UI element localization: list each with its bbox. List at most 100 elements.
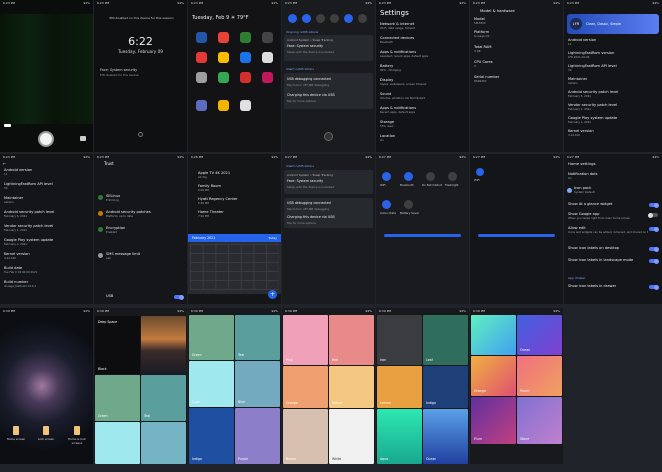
wallpaper-tile[interactable]: Iron — [377, 315, 422, 365]
settings-item-storage[interactable]: Storage 55% used — [380, 120, 465, 128]
trust-row[interactable]: SELinux Enforcing — [106, 194, 183, 202]
wifi-tile[interactable] — [476, 168, 484, 176]
wallpaper-tile[interactable]: Purple — [235, 408, 280, 464]
shade-notification[interactable]: Android System • Sleep Tracking Face: Sy… — [284, 170, 373, 194]
wallpaper-tile[interactable]: Orange — [471, 356, 516, 396]
calendar-event[interactable]: Hyatt Regency Center 6:30 PM — [198, 197, 277, 205]
fingerprint-icon[interactable] — [138, 132, 143, 137]
flashlight-tile[interactable] — [330, 14, 339, 23]
wallpaper-tile[interactable] — [471, 315, 516, 355]
set-both-option[interactable]: Home & lock screens — [64, 426, 90, 452]
calendar-event[interactable]: Apple TV 4K 2021 All day — [198, 171, 277, 179]
set-lock-option[interactable]: Lock screen — [36, 426, 56, 452]
app-icon[interactable] — [196, 72, 207, 83]
camera-shutter-button[interactable] — [38, 131, 54, 147]
lock-notification[interactable]: Face: System security EIN disabled for t… — [98, 68, 183, 80]
wallpaper-tile[interactable] — [95, 422, 140, 464]
google-app-toggle[interactable] — [648, 212, 658, 218]
wallpaper-tile[interactable]: Plum — [471, 397, 516, 444]
wallpaper-tile[interactable]: Pink — [283, 315, 328, 365]
calendar-today-button[interactable]: Today — [268, 236, 277, 240]
calendar-event[interactable]: Home Theater 7:00 PM — [198, 210, 277, 218]
wallpaper-tile[interactable]: Teal — [141, 375, 186, 421]
settings-item-battery[interactable]: Battery 94% - Charging — [380, 64, 465, 72]
settings-item-connected[interactable]: Connected devices Bluetooth — [380, 36, 465, 44]
app-icon[interactable] — [218, 72, 229, 83]
settings-item-apps[interactable]: Apps & notifications Assistant, recent ap… — [380, 50, 465, 58]
battery-tile[interactable] — [358, 14, 367, 23]
rotate-tile[interactable] — [382, 200, 391, 209]
app-icon[interactable] — [218, 52, 229, 63]
wallpaper-tile[interactable]: Stone — [517, 397, 562, 444]
set-home-option[interactable]: Home screen — [6, 426, 26, 452]
wallpaper-tile[interactable]: Teal — [235, 315, 280, 360]
brightness-slider[interactable] — [384, 234, 461, 237]
settings-item-sound[interactable]: Sound Volume, vibration, Do Not Disturb — [380, 92, 465, 100]
app-icon[interactable] — [262, 32, 273, 43]
trust-row[interactable]: SMS message limit Ask — [106, 252, 183, 260]
app-icon[interactable] — [196, 100, 207, 111]
app-icon[interactable] — [218, 32, 229, 43]
usb-toggle[interactable] — [174, 294, 184, 300]
settings-item-location[interactable]: Location On — [380, 134, 465, 142]
trust-row[interactable]: USB — [106, 294, 183, 298]
glance-toggle[interactable] — [649, 202, 659, 208]
usb-debugging-notification[interactable]: USB debugging connected Tap to turn off … — [284, 198, 373, 228]
home-setting-row[interactable]: Show icon labels in landscape mode — [568, 258, 648, 262]
home-setting-row[interactable]: Icon pack System Default — [574, 186, 648, 194]
home-setting-row[interactable]: Show At a glance widget — [568, 202, 648, 206]
app-icon[interactable] — [240, 52, 251, 63]
wallpaper-tile[interactable]: Orange — [283, 366, 328, 408]
wallpaper-tile[interactable]: Aqua — [377, 409, 422, 464]
brightness-slider[interactable] — [478, 234, 555, 237]
wallpaper-tile[interactable]: Peach — [517, 356, 562, 396]
battery-tile[interactable] — [404, 200, 413, 209]
settings-item-display[interactable]: Display Styles, wallpapers, screen timeou… — [380, 78, 465, 86]
wallpaper-tile[interactable]: Indigo — [189, 408, 234, 464]
wallpaper-tile[interactable] — [141, 422, 186, 464]
shade-notification[interactable]: Android System • Sleep Tracking Face: Sy… — [284, 35, 373, 61]
back-arrow-icon[interactable]: ← — [3, 161, 6, 166]
app-icon[interactable] — [240, 72, 251, 83]
camera-switch-icon[interactable] — [80, 136, 86, 141]
wallpaper-tile[interactable]: Lemon — [377, 366, 422, 408]
wifi-tile[interactable] — [288, 14, 297, 23]
settings-item-network[interactable]: Network & internet Wi-Fi, data usage, hot… — [380, 22, 465, 30]
rotate-tile[interactable] — [344, 14, 353, 23]
allow-edit-toggle[interactable] — [649, 226, 659, 232]
settings-item-apps-notifications[interactable]: Apps & notifications Recent apps, default… — [380, 106, 465, 114]
add-event-button[interactable]: + — [268, 290, 277, 299]
wallpaper-tile[interactable]: Yellow — [329, 366, 374, 408]
wallpaper-tile[interactable]: Deep Space Black — [95, 316, 140, 374]
wifi-tile[interactable] — [382, 172, 391, 181]
dnd-tile[interactable] — [426, 172, 435, 181]
wallpaper-tile[interactable]: Cyan — [189, 361, 234, 407]
wallpaper-tile[interactable]: Indigo — [423, 366, 468, 408]
bluetooth-tile[interactable] — [302, 14, 311, 23]
wallpaper-tile[interactable]: Blue — [235, 361, 280, 407]
wallpaper-tile[interactable]: Green — [95, 375, 140, 421]
home-setting-row[interactable]: Allow edit Icons and widgets can be added… — [568, 226, 648, 234]
flashlight-tile[interactable] — [448, 172, 457, 181]
app-icon[interactable] — [262, 52, 273, 63]
app-icon[interactable] — [240, 32, 251, 43]
wallpaper-tile[interactable]: White — [329, 409, 374, 464]
drawer-labels-toggle[interactable] — [649, 284, 659, 290]
wallpaper-tile[interactable]: Ocean — [423, 409, 468, 464]
home-setting-row[interactable]: Show icon labels in drawer — [568, 284, 648, 288]
wallpaper-tile[interactable]: Ocean — [517, 315, 562, 355]
wallpaper-tile[interactable] — [141, 316, 186, 374]
app-icon[interactable] — [240, 100, 251, 111]
calendar-event[interactable]: Family Room 6:00 PM — [198, 184, 277, 192]
wallpaper-tile[interactable]: Red — [329, 315, 374, 365]
home-setting-row[interactable]: Show icon labels on desktop — [568, 246, 648, 250]
wallpaper-tile[interactable]: Leaf — [423, 315, 468, 365]
wallpaper-tile[interactable]: Green — [189, 315, 234, 360]
app-icon[interactable] — [196, 32, 207, 43]
app-icon[interactable] — [262, 72, 273, 83]
desktop-labels-toggle[interactable] — [649, 246, 659, 252]
trust-row[interactable]: Encryption Enabled — [106, 226, 183, 234]
app-icon[interactable] — [196, 52, 207, 63]
home-setting-row[interactable]: Notification dots On — [568, 172, 648, 180]
app-icon[interactable] — [218, 100, 229, 111]
